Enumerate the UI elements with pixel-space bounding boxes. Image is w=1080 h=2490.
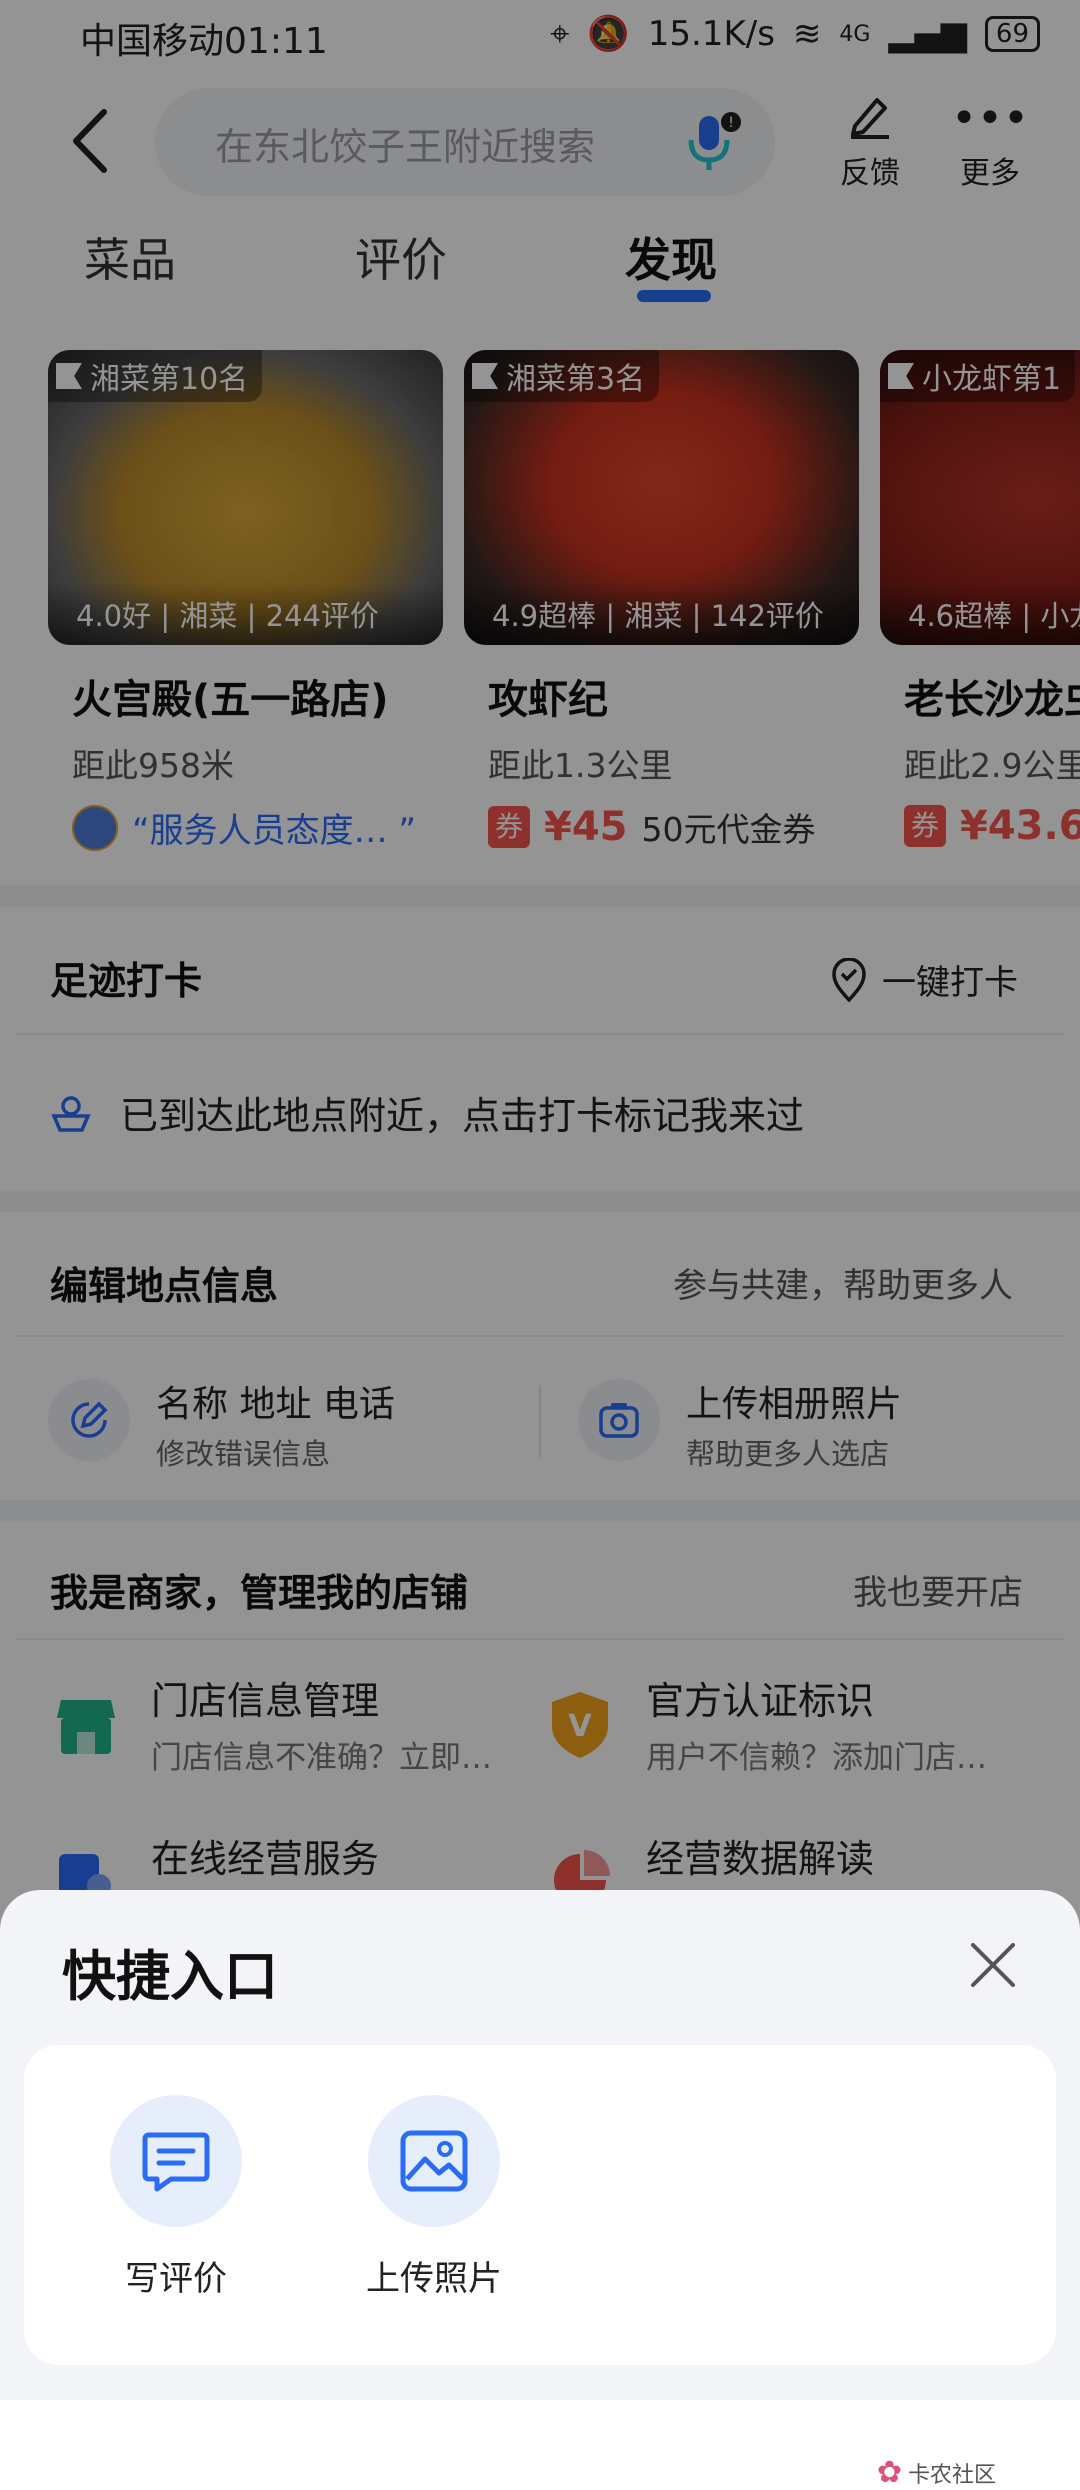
flower-icon: ✿ bbox=[876, 2455, 902, 2490]
sheet-title: 快捷入口 bbox=[62, 1945, 278, 2008]
quick-entry-panel: 写评价 上传照片 ✿ 卡农社区 bbox=[24, 2045, 1056, 2490]
upload-photo-label: 上传照片 bbox=[366, 2259, 502, 2299]
write-review-label: 写评价 bbox=[125, 2259, 227, 2299]
image-icon bbox=[368, 2095, 500, 2227]
upload-photo-button[interactable]: 上传照片 bbox=[334, 2095, 534, 2300]
watermark-logo: ✿ 卡农社区 bbox=[876, 2455, 996, 2490]
write-review-button[interactable]: 写评价 bbox=[76, 2095, 276, 2300]
quick-entry-sheet: 快捷入口 写评价 上传照片 ✿ 卡农社区 bbox=[0, 1890, 1080, 2490]
comment-icon bbox=[110, 2095, 242, 2227]
close-icon[interactable] bbox=[968, 1940, 1018, 1990]
